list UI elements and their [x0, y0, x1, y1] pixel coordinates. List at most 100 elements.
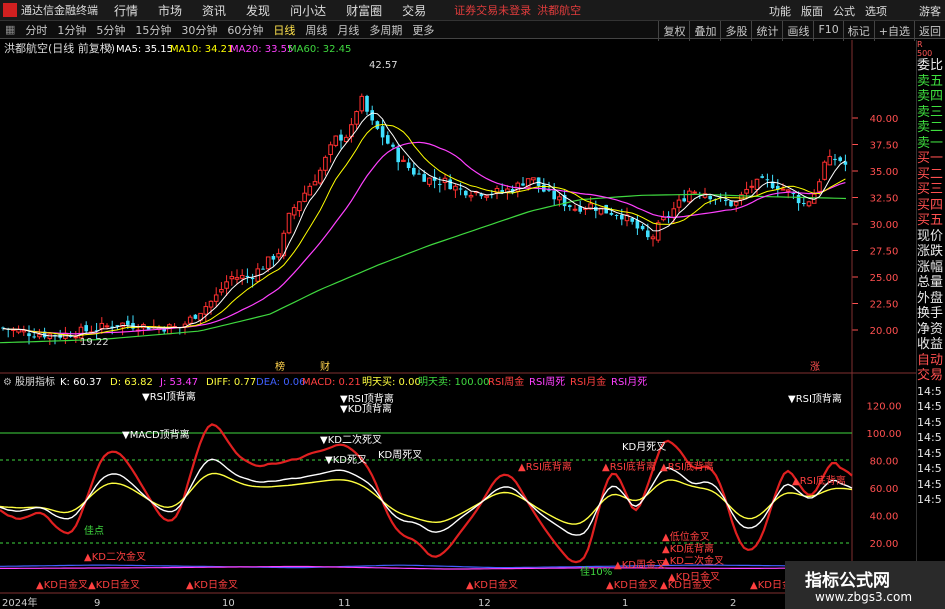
panel-auto[interactable]: 自动: [917, 353, 945, 369]
ann-8: KD月死叉: [622, 441, 666, 453]
indicator-tick-2: 80.00: [870, 457, 899, 468]
period-multi[interactable]: 多周期: [369, 22, 402, 38]
period-15min[interactable]: 15分钟: [135, 22, 171, 38]
candle-body-52: [271, 255, 276, 260]
settings-icon-2[interactable]: ⚙: [3, 377, 12, 388]
ann-27: ▲KD日金叉: [668, 570, 720, 583]
btn-zixuan[interactable]: +自选: [873, 21, 914, 41]
indicator-tick-3: 60.00: [870, 484, 899, 495]
ann-15: ▲KD二次金叉: [84, 550, 146, 563]
menu-xuanxiang[interactable]: 选项: [865, 3, 887, 19]
panel-change[interactable]: 涨跌: [917, 244, 945, 260]
rsi-month-gold: RSI月金: [570, 375, 606, 388]
panel-change-pct[interactable]: 涨幅: [917, 260, 945, 276]
settings-icon[interactable]: ⚙: [104, 44, 113, 55]
panel-sell3[interactable]: 卖三: [917, 105, 945, 121]
ma10-value: MA10: 34.21: [170, 44, 233, 55]
candle-body-106: [552, 190, 556, 200]
menu-banmian[interactable]: 版面: [801, 3, 823, 19]
diff-value: DIFF: 0.77: [206, 377, 256, 388]
candle-body-102: [531, 177, 536, 181]
panel-sell1[interactable]: 卖一: [917, 136, 945, 152]
indicator-tick-5: 20.00: [870, 539, 899, 550]
btn-tongji[interactable]: 统计: [751, 21, 782, 41]
candle-body-43: [224, 281, 229, 289]
candle-body-161: [838, 157, 842, 161]
panel-buy2[interactable]: 买二: [917, 167, 945, 183]
grid-icon[interactable]: ▦: [5, 23, 15, 36]
time-5: 14:5: [917, 462, 942, 475]
menu-wenxiaoda[interactable]: 问小达: [290, 2, 326, 19]
candle-body-119: [620, 214, 624, 220]
menu-gongneng[interactable]: 功能: [769, 3, 791, 19]
btn-duogu[interactable]: 多股: [720, 21, 751, 41]
period-1min[interactable]: 1分钟: [57, 22, 86, 38]
panel-earnings[interactable]: 收益: [917, 337, 945, 353]
panel-buy5[interactable]: 买五: [917, 213, 945, 229]
candle-body-80: [417, 173, 421, 175]
period-daily[interactable]: 日线: [273, 22, 295, 38]
candle-body-44: [229, 276, 235, 280]
panel-sell5[interactable]: 卖五: [917, 74, 945, 90]
period-more[interactable]: 更多: [412, 22, 434, 38]
panel-trade[interactable]: 交易: [917, 368, 945, 384]
panel-buy4[interactable]: 买四: [917, 198, 945, 214]
marker-zhang[interactable]: 涨: [810, 361, 820, 373]
macd-value: MACD: 0.21: [302, 377, 361, 388]
btn-f10[interactable]: F10: [813, 21, 842, 41]
candle-body-154: [802, 203, 806, 205]
menu-shichang[interactable]: 市场: [158, 2, 182, 19]
indicator-panel[interactable]: 120.00 100.00 80.00 60.00 40.00 20.00 ⚙ 股朋指标 K…: [0, 375, 902, 591]
menu-hangqing[interactable]: 行情: [114, 2, 138, 19]
candle-body-5: [27, 333, 31, 337]
candle-body-100: [521, 183, 525, 186]
period-fenshi[interactable]: 分时: [25, 22, 47, 38]
period-weekly[interactable]: 周线: [305, 22, 327, 38]
btn-huaxian[interactable]: 画线: [782, 21, 813, 41]
menu-caifuquan[interactable]: 财富圈: [346, 2, 382, 19]
user-label[interactable]: 游客: [919, 3, 941, 19]
ann-12: ▲RSI底背离: [660, 460, 714, 473]
candle-body-143: [744, 188, 749, 194]
panel-buy3[interactable]: 买三: [917, 182, 945, 198]
panel-sell2[interactable]: 卖二: [917, 120, 945, 136]
candle-body-117: [609, 212, 614, 215]
marker-bang[interactable]: 榜: [275, 360, 285, 373]
period-monthly[interactable]: 月线: [337, 22, 359, 38]
marker-cai[interactable]: 财: [320, 360, 330, 373]
period-60min[interactable]: 60分钟: [227, 22, 263, 38]
panel-buy1[interactable]: 买一: [917, 151, 945, 167]
candle-body-159: [827, 155, 833, 166]
candle-body-63: [328, 144, 333, 155]
menu-jiaoyi[interactable]: 交易: [402, 2, 426, 19]
menu-zixun[interactable]: 资讯: [202, 2, 226, 19]
toolbar-right: 复权 叠加 多股 统计 画线 F10 标记 +自选 返回: [658, 21, 945, 41]
login-warning[interactable]: 证券交易未登录: [454, 2, 531, 18]
menu-faxian[interactable]: 发现: [246, 2, 270, 19]
panel-outer[interactable]: 外盘: [917, 291, 945, 307]
panel-price[interactable]: 现价: [917, 229, 945, 245]
panel-volume[interactable]: 总量: [917, 275, 945, 291]
panel-weibi[interactable]: 委比: [917, 58, 945, 74]
btn-fuquan[interactable]: 复权: [658, 21, 689, 41]
candle-body-40: [208, 300, 214, 308]
btn-biaoji[interactable]: 标记: [842, 21, 874, 41]
chart-canvas[interactable]: 40.00 37.50 35.00 32.50 30.00 27.50 25.00 22.50…: [0, 40, 916, 609]
btn-diejia[interactable]: 叠加: [689, 21, 720, 41]
menu-gongshi[interactable]: 公式: [833, 3, 855, 19]
candle-body-46: [239, 275, 245, 279]
price-panel[interactable]: 40.00 37.50 35.00 32.50 30.00 27.50 25.00 22.50…: [0, 40, 898, 593]
ann-16: ▲低位金叉: [662, 530, 710, 543]
period-5min[interactable]: 5分钟: [96, 22, 125, 38]
candle-body-14: [73, 336, 79, 339]
price-tick-0: 40.00: [870, 114, 899, 125]
btn-fanhui[interactable]: 返回: [914, 21, 945, 41]
panel-net-asset[interactable]: 净资: [917, 322, 945, 338]
ann-10: ▲RSI底背离: [518, 460, 572, 473]
panel-sell4[interactable]: 卖四: [917, 89, 945, 105]
panel-turnover[interactable]: 换手: [917, 306, 945, 322]
period-30min[interactable]: 30分钟: [181, 22, 217, 38]
time-7: 14:5: [917, 493, 942, 506]
candle-body-122: [635, 220, 640, 229]
date-tick-5: 1: [622, 598, 628, 609]
